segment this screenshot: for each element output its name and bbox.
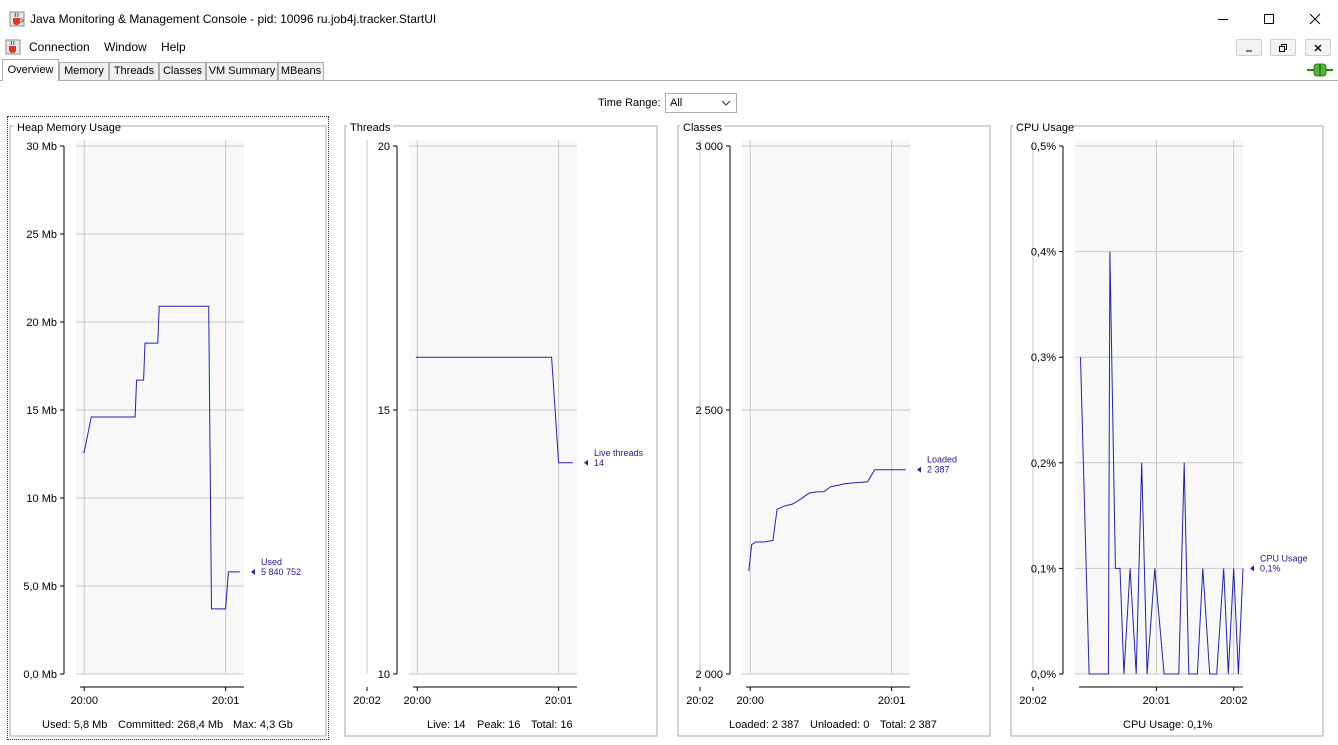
java-cup-icon[interactable] xyxy=(5,39,21,55)
java-cup-icon xyxy=(9,11,25,27)
tab-overview[interactable]: Overview xyxy=(2,59,59,81)
minimize-icon xyxy=(1246,50,1252,51)
time-range-value: All xyxy=(670,97,683,109)
tab-threads[interactable]: Threads xyxy=(109,62,159,80)
heap-panel-focus xyxy=(7,116,329,740)
maximize-icon xyxy=(1264,13,1274,24)
minimize-icon xyxy=(1218,18,1228,20)
tab-classes[interactable]: Classes xyxy=(159,62,206,80)
close-button[interactable] xyxy=(1292,0,1338,37)
menu-window[interactable]: Window xyxy=(104,40,147,54)
menu-bar: Connection Window Help xyxy=(0,37,1338,58)
tab-mbeans[interactable]: MBeans xyxy=(278,62,324,80)
time-range-label: Time Range: xyxy=(598,97,661,109)
close-icon xyxy=(1314,44,1322,51)
maximize-button[interactable] xyxy=(1246,0,1292,37)
close-icon xyxy=(1309,13,1321,24)
tab-bar: Overview Memory Threads Classes VM Summa… xyxy=(0,59,1338,81)
internal-restore-button[interactable] xyxy=(1270,39,1296,56)
chevron-down-icon xyxy=(721,100,731,106)
internal-close-button[interactable] xyxy=(1305,39,1331,56)
minimize-button[interactable] xyxy=(1200,0,1246,37)
time-range-select[interactable]: All xyxy=(665,93,737,113)
tab-vm-summary[interactable]: VM Summary xyxy=(206,62,278,80)
title-bar: Java Monitoring & Management Console - p… xyxy=(0,0,1338,37)
internal-minimize-button[interactable] xyxy=(1236,39,1262,56)
window-title: Java Monitoring & Management Console - p… xyxy=(30,12,437,26)
restore-icon xyxy=(1279,43,1287,52)
tab-memory[interactable]: Memory xyxy=(59,62,109,80)
menu-help[interactable]: Help xyxy=(161,40,186,54)
menu-connection[interactable]: Connection xyxy=(29,40,90,54)
plug-connected-icon[interactable] xyxy=(1307,62,1333,78)
